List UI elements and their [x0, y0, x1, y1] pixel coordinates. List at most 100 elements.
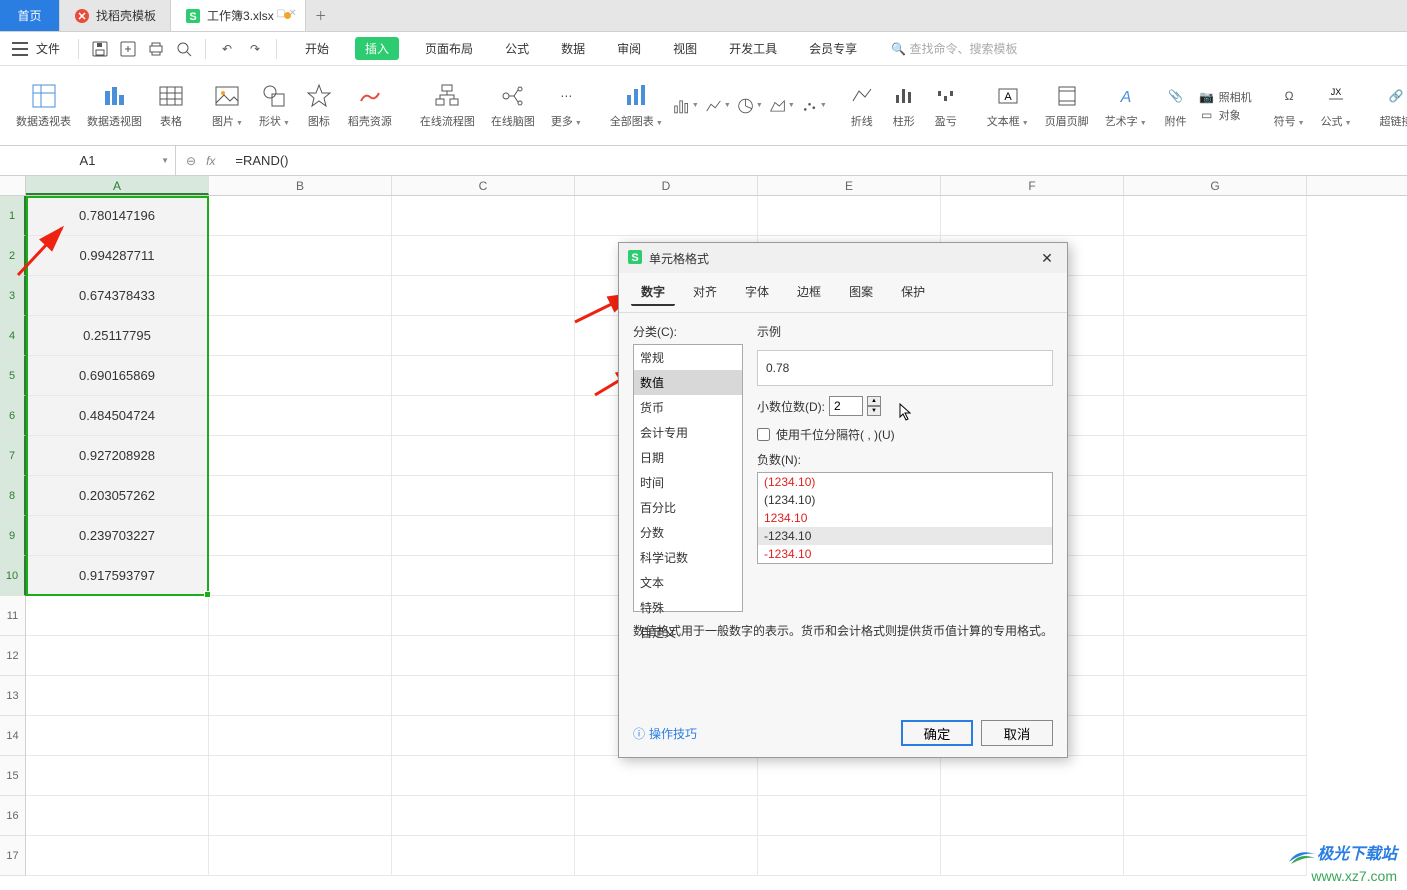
resource-button[interactable]: 稻壳资源 — [342, 83, 398, 129]
category-number[interactable]: 数值 — [634, 370, 742, 395]
category-general[interactable]: 常规 — [634, 345, 742, 370]
cell[interactable] — [209, 636, 392, 676]
line-chart-icon[interactable]: ▼ — [705, 93, 731, 119]
cell[interactable] — [209, 836, 392, 876]
cell[interactable] — [209, 356, 392, 396]
col-header-b[interactable]: B — [209, 176, 392, 195]
col-header-f[interactable]: F — [941, 176, 1124, 195]
print-icon[interactable] — [147, 40, 165, 58]
cancel-button[interactable]: 取消 — [981, 720, 1053, 746]
cell[interactable] — [392, 316, 575, 356]
row-header[interactable]: 17 — [0, 836, 26, 876]
tab-font[interactable]: 字体 — [735, 279, 779, 306]
textbox-button[interactable]: A文本框▼ — [981, 83, 1035, 129]
cell[interactable] — [941, 756, 1124, 796]
tips-link[interactable]: ⓘ操作技巧 — [633, 725, 697, 742]
cell[interactable] — [26, 596, 209, 636]
negative-format-list[interactable]: (1234.10) (1234.10) 1234.10 -1234.10 -12… — [757, 472, 1053, 564]
menu-data[interactable]: 数据 — [555, 36, 591, 61]
cell[interactable] — [209, 476, 392, 516]
ok-button[interactable]: 确定 — [901, 720, 973, 746]
flow-chart-button[interactable]: 在线流程图 — [414, 83, 481, 129]
dialog-titlebar[interactable]: S 单元格格式 ✕ — [619, 243, 1067, 273]
select-all-corner[interactable] — [0, 176, 26, 195]
cell[interactable] — [209, 596, 392, 636]
search-box[interactable]: 🔍 查找命令、搜索模板 — [891, 40, 1017, 57]
cell[interactable] — [392, 436, 575, 476]
cell[interactable] — [26, 796, 209, 836]
col-header-g[interactable]: G — [1124, 176, 1307, 195]
row-header[interactable]: 5 — [0, 356, 26, 396]
cell[interactable] — [209, 516, 392, 556]
cell[interactable] — [1124, 756, 1307, 796]
file-menu[interactable]: 文件 — [36, 40, 60, 57]
new-tab-button[interactable]: ＋ — [306, 0, 336, 31]
hamburger-icon[interactable] — [12, 42, 28, 56]
category-percentage[interactable]: 百分比 — [634, 495, 742, 520]
cell[interactable] — [758, 836, 941, 876]
row-header[interactable]: 1 — [0, 196, 26, 236]
cell[interactable] — [1124, 236, 1307, 276]
sparkline-winloss-button[interactable]: 盈亏 — [927, 83, 965, 129]
cell[interactable] — [26, 636, 209, 676]
cell-a3[interactable]: 0.674378433 — [26, 276, 209, 316]
row-header[interactable]: 7 — [0, 436, 26, 476]
save-icon[interactable] — [91, 40, 109, 58]
cell-a8[interactable]: 0.203057262 — [26, 476, 209, 516]
cell[interactable] — [392, 196, 575, 236]
cell[interactable] — [1124, 836, 1307, 876]
cell[interactable] — [392, 796, 575, 836]
object-button[interactable]: ▭对象 — [1199, 107, 1252, 123]
cell[interactable] — [26, 716, 209, 756]
close-button[interactable]: ✕ — [1035, 250, 1059, 267]
cell[interactable] — [392, 836, 575, 876]
row-header[interactable]: 13 — [0, 676, 26, 716]
row-header[interactable]: 2 — [0, 236, 26, 276]
negative-option[interactable]: -1234.10 — [758, 527, 1052, 545]
cell[interactable] — [1124, 596, 1307, 636]
pivot-view-button[interactable]: 数据透视图 — [81, 83, 148, 129]
cell-a10[interactable]: 0.917593797 — [26, 556, 209, 596]
cell[interactable] — [209, 316, 392, 356]
cell[interactable] — [209, 796, 392, 836]
category-scientific[interactable]: 科学记数 — [634, 545, 742, 570]
cell[interactable] — [1124, 676, 1307, 716]
save-as-icon[interactable] — [119, 40, 137, 58]
cell[interactable] — [1124, 316, 1307, 356]
cell[interactable] — [209, 556, 392, 596]
cell[interactable] — [209, 236, 392, 276]
cell[interactable] — [209, 196, 392, 236]
cell-a1[interactable]: 0.780147196 — [26, 196, 209, 236]
symbol-button[interactable]: Ω符号▼ — [1268, 83, 1311, 129]
menu-dev-tools[interactable]: 开发工具 — [723, 36, 783, 61]
cell-a6[interactable]: 0.484504724 — [26, 396, 209, 436]
tab-border[interactable]: 边框 — [787, 279, 831, 306]
cell[interactable] — [1124, 716, 1307, 756]
cell[interactable] — [575, 196, 758, 236]
cancel-icon[interactable]: ⊖ — [186, 154, 196, 168]
category-time[interactable]: 时间 — [634, 470, 742, 495]
equation-button[interactable]: JΧ公式▼ — [1315, 83, 1358, 129]
cell[interactable] — [392, 636, 575, 676]
cell[interactable] — [1124, 476, 1307, 516]
all-charts-button[interactable]: 全部图表▼ — [604, 83, 669, 129]
name-box[interactable]: A1▼ — [0, 146, 176, 175]
spinner-up-button[interactable]: ▲ — [867, 396, 881, 406]
cell[interactable] — [1124, 396, 1307, 436]
category-currency[interactable]: 货币 — [634, 395, 742, 420]
menu-view[interactable]: 视图 — [667, 36, 703, 61]
category-accounting[interactable]: 会计专用 — [634, 420, 742, 445]
cell[interactable] — [392, 716, 575, 756]
cell[interactable] — [26, 676, 209, 716]
header-footer-button[interactable]: 页眉页脚 — [1039, 83, 1095, 129]
pivot-table-button[interactable]: 数据透视表 — [10, 83, 77, 129]
cell[interactable] — [26, 836, 209, 876]
negative-option[interactable]: 1234.10 — [758, 509, 1052, 527]
menu-page-layout[interactable]: 页面布局 — [419, 36, 479, 61]
cell[interactable] — [1124, 636, 1307, 676]
row-header[interactable]: 14 — [0, 716, 26, 756]
cell[interactable] — [758, 196, 941, 236]
row-header[interactable]: 15 — [0, 756, 26, 796]
cell[interactable] — [392, 276, 575, 316]
scatter-chart-icon[interactable]: ▼ — [801, 93, 827, 119]
